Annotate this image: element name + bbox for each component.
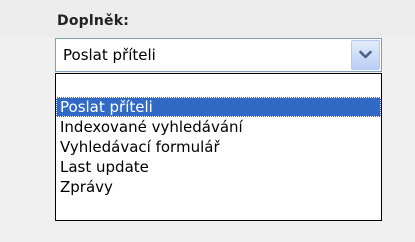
chevron-down-icon — [359, 50, 372, 59]
option-poslat-priteli[interactable]: Poslat příteli — [56, 97, 381, 117]
dropdown-toggle-button[interactable] — [351, 40, 380, 70]
addon-panel: Doplněk: Poslat příteli Poslat příteli I… — [0, 0, 415, 242]
option-indexovane-vyhledavani[interactable]: Indexované vyhledávání — [56, 117, 381, 137]
option-vyhledavaci-formular[interactable]: Vyhledávací formulář — [56, 137, 381, 157]
addon-field-label: Doplněk: — [57, 13, 130, 29]
addon-options-list[interactable]: Poslat příteli Indexované vyhledávání Vy… — [55, 73, 382, 221]
option-last-update[interactable]: Last update — [56, 157, 381, 177]
option-zpravy[interactable]: Zprávy — [56, 177, 381, 197]
option-empty[interactable] — [56, 77, 381, 97]
addon-select[interactable]: Poslat příteli — [55, 38, 382, 72]
addon-select-value: Poslat příteli — [63, 46, 156, 64]
